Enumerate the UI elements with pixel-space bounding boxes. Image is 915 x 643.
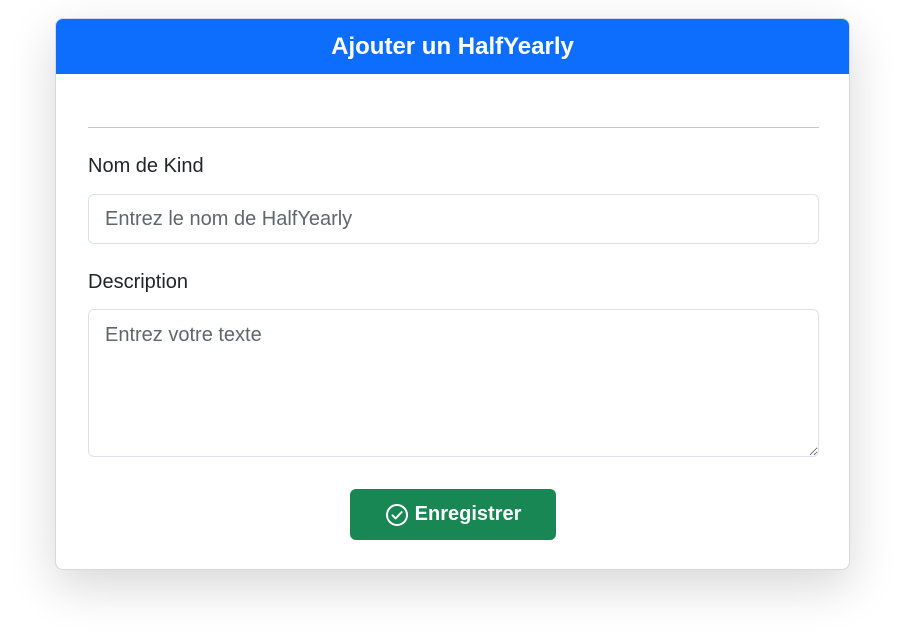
description-label: Description [88, 271, 189, 293]
description-textarea[interactable] [88, 309, 819, 457]
name-label: Nom de Kind [88, 155, 204, 177]
check-circle-icon [385, 503, 409, 527]
card-header: Ajouter un HalfYearly [56, 19, 849, 74]
page-title: Ajouter un HalfYearly [331, 32, 574, 60]
name-input[interactable] [88, 194, 819, 244]
save-button[interactable]: Enregistrer [350, 489, 556, 540]
save-button-label: Enregistrer [414, 503, 522, 525]
divider [88, 127, 819, 128]
add-halfyearly-card: Ajouter un HalfYearly Nom de Kind Descri… [55, 18, 850, 570]
